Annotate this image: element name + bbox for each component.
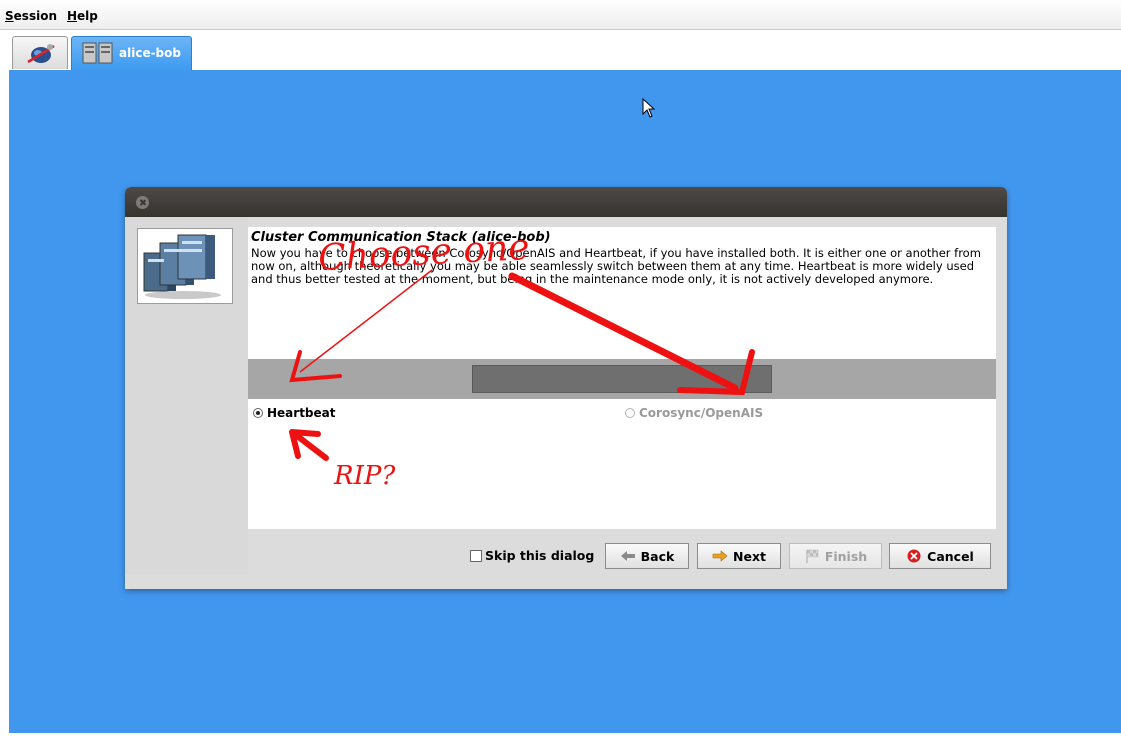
next-arrow-icon: [712, 550, 728, 562]
finish-flag-icon: [806, 549, 819, 563]
menu-bar: Session Help: [0, 0, 1121, 30]
radio-heartbeat[interactable]: Heartbeat: [253, 406, 336, 420]
radio-selected-icon: [253, 408, 263, 418]
progress-area: [248, 359, 996, 399]
tab-label: alice-bob: [119, 46, 181, 60]
wizard-dialog: Cluster Communication Stack (alice-bob) …: [125, 187, 1007, 589]
dialog-description: Now you have to choose between Corosync/…: [251, 246, 981, 286]
finish-button[interactable]: Finish: [789, 543, 882, 569]
status-bar: [0, 733, 1121, 740]
dialog-close-button[interactable]: [136, 196, 149, 209]
back-arrow-icon: [620, 551, 635, 561]
progress-bar: [472, 365, 772, 393]
cancel-icon: [907, 549, 921, 563]
radio-unselected-icon: [625, 408, 635, 418]
dialog-heading: Cluster Communication Stack (alice-bob): [251, 230, 551, 245]
tab-home[interactable]: [12, 36, 68, 69]
network-globe-icon: [27, 44, 55, 64]
menu-session[interactable]: Session: [5, 9, 57, 23]
menu-help[interactable]: Help: [67, 9, 98, 23]
back-button[interactable]: Back: [605, 543, 689, 569]
skip-dialog-checkbox[interactable]: Skip this dialog: [470, 548, 594, 563]
next-button[interactable]: Next: [697, 543, 781, 569]
tab-strip: alice-bob: [9, 30, 1121, 70]
mouse-cursor-icon: [642, 98, 656, 118]
cluster-stack-icon: [137, 228, 233, 304]
cancel-button[interactable]: Cancel: [889, 543, 991, 569]
dialog-content: Cluster Communication Stack (alice-bob) …: [248, 227, 996, 529]
checkbox-icon: [470, 550, 482, 562]
servers-icon: [82, 42, 113, 64]
dialog-side-panel: [125, 217, 248, 574]
dialog-button-row: Skip this dialog Back Next Finish Cancel: [125, 543, 1007, 573]
dialog-titlebar: [125, 187, 1007, 217]
tab-alice-bob[interactable]: alice-bob: [71, 36, 192, 70]
radio-corosync[interactable]: Corosync/OpenAIS: [625, 406, 763, 420]
